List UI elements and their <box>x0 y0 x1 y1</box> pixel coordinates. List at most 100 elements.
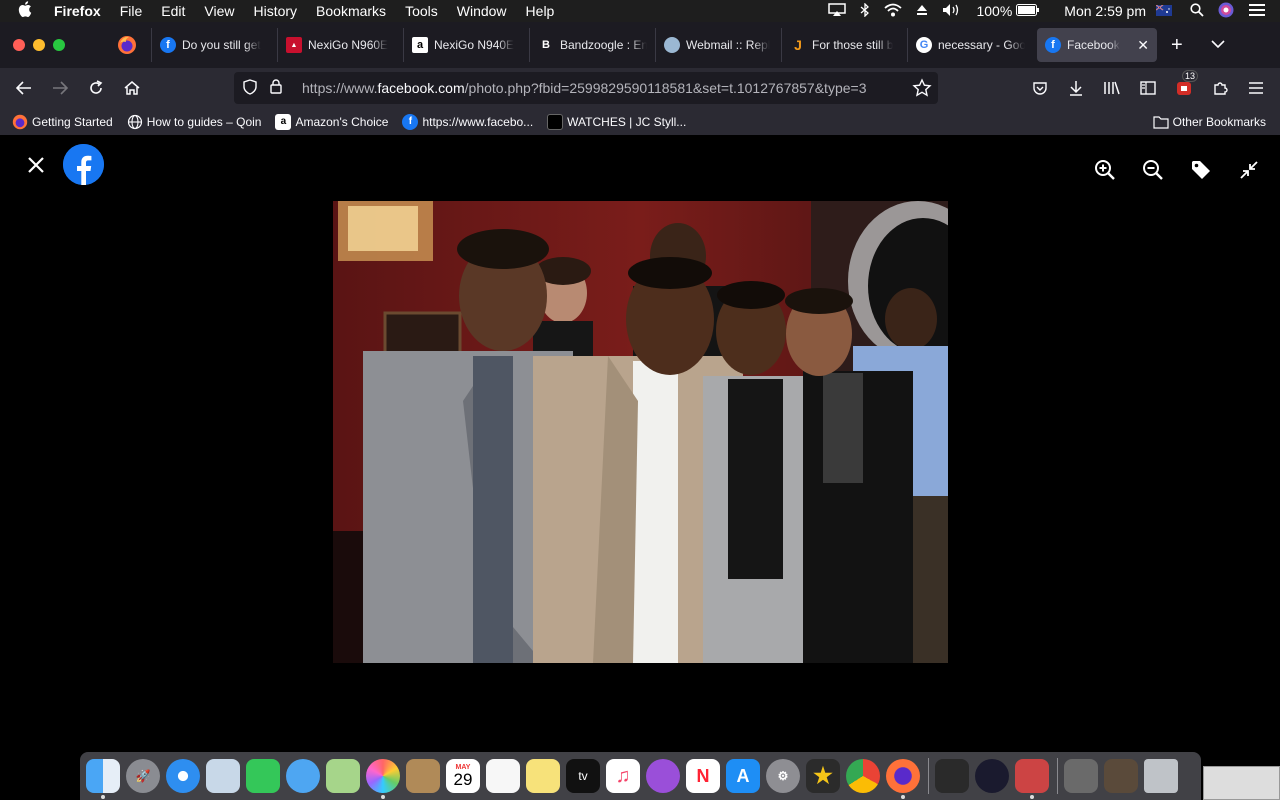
tab-webmail[interactable]: Webmail :: Repl <box>655 28 781 62</box>
imovie-star-icon[interactable]: ★ <box>806 759 840 793</box>
wifi-icon[interactable] <box>884 3 903 20</box>
eject-icon[interactable] <box>916 3 928 19</box>
contacts-icon[interactable] <box>406 759 440 793</box>
input-source-flag-icon[interactable] <box>1155 3 1172 19</box>
forward-button[interactable] <box>42 74 78 102</box>
downloads-button[interactable] <box>1058 74 1094 102</box>
url-bar[interactable]: https://www.facebook.com/photo.php?fbid=… <box>234 72 938 104</box>
bookmark-star-icon[interactable] <box>912 78 932 98</box>
zoom-in-icon[interactable] <box>1092 157 1118 183</box>
menu-window[interactable]: Window <box>457 3 507 19</box>
music-icon[interactable]: ♫ <box>606 759 640 793</box>
airplay-icon[interactable] <box>828 2 847 20</box>
tab-label: Webmail :: Repl <box>686 38 771 52</box>
close-icon[interactable] <box>24 153 48 177</box>
system-preferences-icon[interactable]: ⚙ <box>766 759 800 793</box>
launchpad-icon[interactable]: 🚀 <box>126 759 160 793</box>
chrome-icon[interactable] <box>846 759 880 793</box>
firefox-view-icon[interactable] <box>117 35 137 55</box>
safari-icon[interactable] <box>166 759 200 793</box>
tab-nexigo-n960e[interactable]: ▲ NexiGo N960E <box>277 28 403 62</box>
url-prefix: https://www. <box>302 80 378 96</box>
exit-fullscreen-icon[interactable] <box>1236 157 1262 183</box>
menu-bookmarks[interactable]: Bookmarks <box>316 3 386 19</box>
bookmark-how-to-guides[interactable]: How to guides – Qoin <box>127 114 261 130</box>
other-bookmarks-folder[interactable]: Other Bookmarks <box>1153 114 1266 130</box>
url-text[interactable]: https://www.facebook.com/photo.php?fbid=… <box>302 80 902 96</box>
calendar-icon[interactable]: MAY 29 <box>446 759 480 793</box>
tab-facebook[interactable]: f Facebook ✕ <box>1037 28 1157 62</box>
bluetooth-icon[interactable] <box>860 1 870 20</box>
tracking-protection-shield-icon[interactable] <box>242 78 258 98</box>
siri-icon[interactable] <box>1218 2 1234 21</box>
lock-icon[interactable] <box>270 79 284 97</box>
folder-icon <box>1153 114 1169 130</box>
desktop-thumbnail[interactable] <box>1203 766 1280 800</box>
menu-history[interactable]: History <box>253 3 297 19</box>
podcasts-icon[interactable] <box>646 759 680 793</box>
tab-do-you-still-get[interactable]: f Do you still get <box>151 28 277 62</box>
back-button[interactable] <box>6 74 42 102</box>
battery-icon[interactable] <box>1016 3 1040 19</box>
zoom-out-icon[interactable] <box>1140 157 1166 183</box>
tab-bandzoogle[interactable]: B Bandzoogle : En <box>529 28 655 62</box>
app-launcher-icon[interactable] <box>975 759 1009 793</box>
pocket-button[interactable] <box>1022 74 1058 102</box>
menu-app-name[interactable]: Firefox <box>54 3 101 19</box>
firefox-icon[interactable] <box>886 759 920 799</box>
tab-necessary-google[interactable]: G necessary - Goo <box>907 28 1033 62</box>
battery-percent[interactable]: 100% <box>976 3 1012 19</box>
sidebar-button[interactable] <box>1130 74 1166 102</box>
menu-edit[interactable]: Edit <box>161 3 185 19</box>
spotlight-search-icon[interactable] <box>1190 2 1204 20</box>
photo-image[interactable] <box>333 201 948 663</box>
bookmark-amazons-choice[interactable]: a Amazon's Choice <box>275 113 388 130</box>
clock[interactable]: Mon 2:59 pm <box>1064 3 1146 19</box>
close-tab-icon[interactable]: ✕ <box>1131 37 1149 54</box>
menu-tools[interactable]: Tools <box>405 3 438 19</box>
list-all-tabs-chevron-icon[interactable] <box>1211 36 1227 54</box>
bookmark-facebook[interactable]: f https://www.facebo... <box>402 113 533 130</box>
home-button[interactable] <box>114 74 150 102</box>
photo-stack-icon[interactable] <box>1015 759 1049 799</box>
trash-icon[interactable] <box>1144 759 1178 793</box>
notes-icon[interactable] <box>526 759 560 793</box>
app-store-icon[interactable]: A <box>726 759 760 793</box>
menu-file[interactable]: File <box>120 3 143 19</box>
photo-booth-icon[interactable] <box>935 759 969 793</box>
volume-icon[interactable] <box>942 3 962 20</box>
app-menu-hamburger-icon[interactable] <box>1238 74 1274 102</box>
library-button[interactable] <box>1094 74 1130 102</box>
menu-view[interactable]: View <box>204 3 234 19</box>
new-tab-button[interactable]: + <box>1171 34 1191 57</box>
reminders-icon[interactable] <box>486 759 520 793</box>
menu-help[interactable]: Help <box>526 3 555 19</box>
mail-icon[interactable] <box>206 759 240 793</box>
bookmark-watches[interactable]: WATCHES | JC Styll... <box>547 113 686 130</box>
apple-menu-icon[interactable] <box>18 1 36 21</box>
extensions-puzzle-icon[interactable] <box>1202 74 1238 102</box>
zoom-window-button[interactable] <box>53 39 65 51</box>
reload-button[interactable] <box>78 74 114 102</box>
minimize-window-button[interactable] <box>33 39 45 51</box>
finder-icon[interactable] <box>86 759 120 799</box>
downloads-stack-icon[interactable] <box>1064 759 1098 793</box>
close-window-button[interactable] <box>13 39 25 51</box>
messages-icon[interactable] <box>286 759 320 793</box>
news-icon[interactable]: N <box>686 759 720 793</box>
control-center-icon[interactable] <box>1248 3 1266 20</box>
tab-label: For those still b <box>812 38 894 52</box>
photos-icon[interactable] <box>366 759 400 799</box>
documents-stack-icon[interactable] <box>1104 759 1138 793</box>
facebook-logo-icon[interactable] <box>63 144 104 185</box>
maps-icon[interactable] <box>326 759 360 793</box>
facetime-icon[interactable] <box>246 759 280 793</box>
extension-lastpass-button[interactable]: 13 <box>1166 70 1202 102</box>
square-icon <box>547 113 564 130</box>
tab-for-those-still[interactable]: J For those still b <box>781 28 907 62</box>
tab-nexigo-n940e[interactable]: a NexiGo N940E <box>403 28 529 62</box>
apple-tv-icon[interactable]: tv <box>566 759 600 793</box>
bookmark-getting-started[interactable]: Getting Started <box>12 114 113 130</box>
google-icon: G <box>916 37 932 53</box>
tag-icon[interactable] <box>1188 157 1214 183</box>
